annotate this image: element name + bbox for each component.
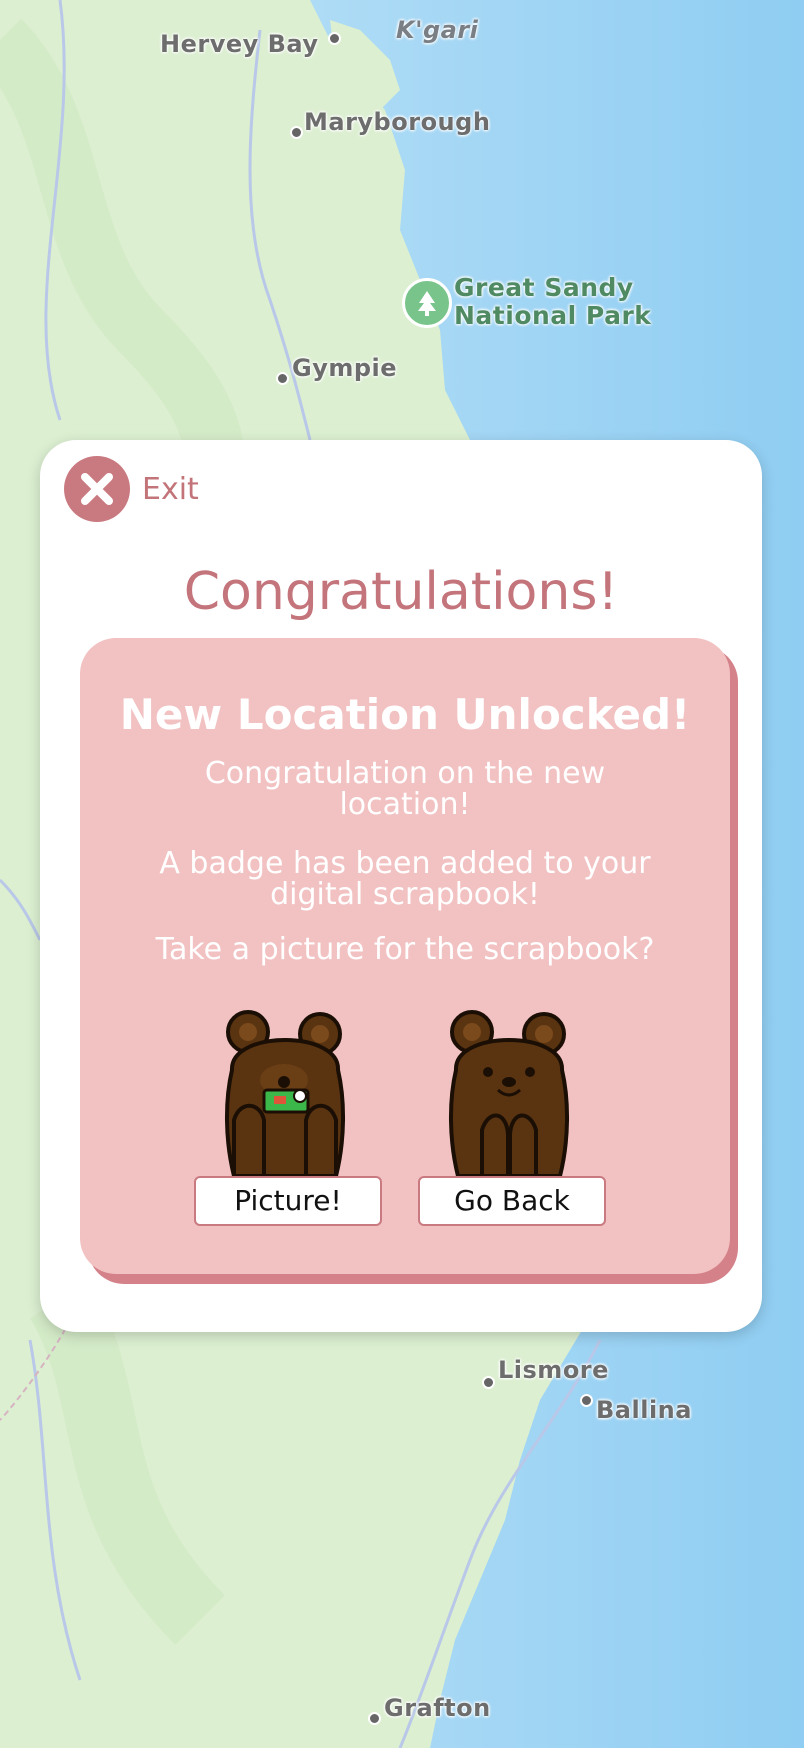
exit-button[interactable]: Exit xyxy=(64,456,199,522)
exit-label[interactable]: Exit xyxy=(142,472,199,507)
card-message-picture-prompt: Take a picture for the scrapbook? xyxy=(155,932,655,967)
tree-icon xyxy=(418,291,436,316)
close-icon[interactable] xyxy=(64,456,130,522)
close-x-glyph xyxy=(81,473,113,505)
bear-smiling-illustration xyxy=(448,1010,570,1176)
map-dot-grafton xyxy=(368,1712,381,1725)
map-label-grafton: Grafton xyxy=(384,1694,491,1722)
unlock-card: New Location Unlocked! Congratulation on… xyxy=(80,638,730,1274)
bear-camera-illustration xyxy=(224,1010,346,1176)
modal-title: Congratulations! xyxy=(183,562,619,622)
map-label-hervey-bay: Hervey Bay xyxy=(160,30,319,58)
map-dot-hervey-bay xyxy=(328,32,341,45)
picture-button[interactable]: Picture! xyxy=(194,1176,382,1226)
map-dot-maryborough xyxy=(290,126,303,139)
map-label-kgari: K'gari xyxy=(396,16,479,44)
map-label-gympie: Gympie xyxy=(292,354,398,382)
park-label-line1: Great Sandy xyxy=(454,273,634,302)
congratulations-modal: Exit Congratulations! New Location Unloc… xyxy=(40,440,762,1332)
card-heading: New Location Unlocked! xyxy=(119,690,691,739)
map-label-ballina: Ballina xyxy=(596,1396,692,1424)
map-dot-lismore xyxy=(482,1376,495,1389)
map-label-maryborough: Maryborough xyxy=(304,108,491,136)
go-back-button[interactable]: Go Back xyxy=(418,1176,606,1226)
map-dot-ballina xyxy=(580,1394,593,1407)
map-label-lismore: Lismore xyxy=(498,1356,609,1384)
map-label-great-sandy-national-park: Great Sandy National Park xyxy=(454,274,651,330)
park-pin-icon[interactable] xyxy=(402,278,452,328)
card-message-new-location: Congratulation on the new location! xyxy=(204,756,606,822)
map-dot-gympie xyxy=(276,372,289,385)
card-message-badge: A badge has been added to your digital s… xyxy=(159,846,651,912)
park-label-line2: National Park xyxy=(454,301,652,330)
